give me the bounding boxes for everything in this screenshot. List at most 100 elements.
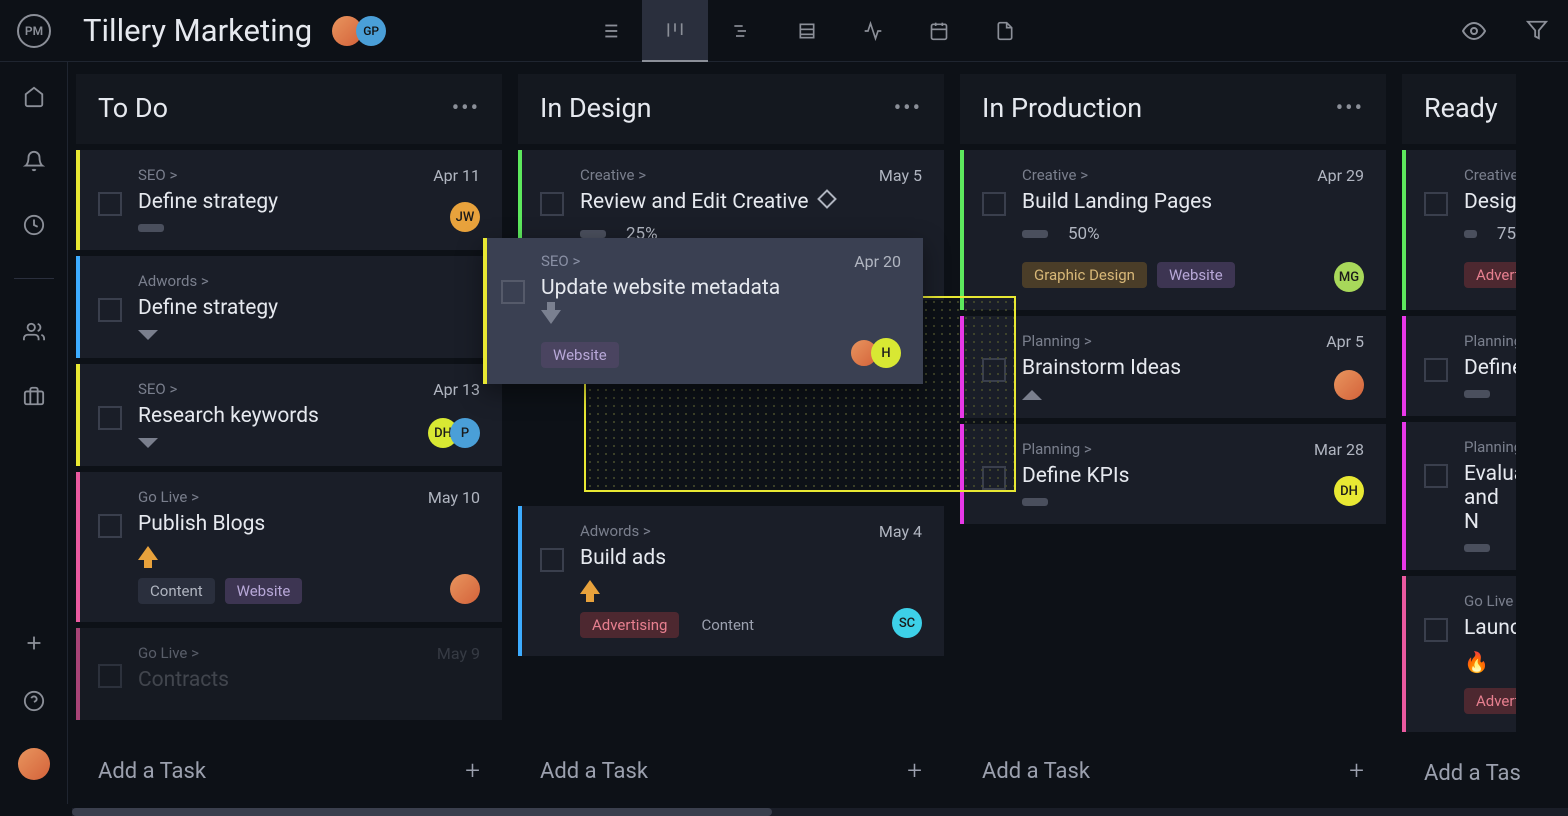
avatar[interactable]: GP	[356, 16, 386, 46]
view-table[interactable]	[774, 0, 840, 62]
help-icon[interactable]	[23, 690, 45, 712]
visibility-icon[interactable]	[1462, 19, 1486, 43]
assignee-avatar[interactable]: SC	[892, 608, 922, 638]
home-icon[interactable]	[23, 86, 45, 108]
view-board[interactable]	[642, 0, 708, 62]
priority-icon	[1022, 230, 1048, 238]
task-checkbox[interactable]	[98, 514, 122, 538]
team-icon[interactable]	[23, 321, 45, 343]
priority-icon	[1464, 390, 1490, 398]
task-title: Define KPIs	[1022, 464, 1304, 488]
task-title: Build Landing Pages	[1022, 190, 1307, 214]
task-checkbox[interactable]	[1424, 618, 1448, 642]
column-header[interactable]: In Design •••	[518, 74, 944, 144]
horizontal-scrollbar[interactable]	[72, 808, 1568, 816]
project-members[interactable]: GP	[332, 16, 386, 46]
add-task-button[interactable]: Add a Task +	[960, 738, 1386, 804]
tag[interactable]: Website	[1157, 262, 1235, 288]
notifications-icon[interactable]	[23, 150, 45, 172]
task-card[interactable]: Creative Desig 75 Adverti	[1402, 150, 1516, 310]
view-list[interactable]	[576, 0, 642, 62]
column-header[interactable]: To Do •••	[76, 74, 502, 144]
task-category: Go Live >	[138, 644, 427, 662]
view-gantt[interactable]	[708, 0, 774, 62]
column-title: In Production	[982, 92, 1142, 124]
task-date: Apr 11	[433, 166, 480, 185]
task-checkbox[interactable]	[540, 192, 564, 216]
task-card[interactable]: Go Live > Publish Blogs Content Website …	[76, 472, 502, 622]
priority-high-icon	[138, 546, 158, 560]
task-card[interactable]: Go Live Launc 🔥 Adverti	[1402, 576, 1516, 732]
column-header[interactable]: Ready	[1402, 74, 1516, 144]
tag[interactable]: Advertising	[580, 612, 679, 638]
task-checkbox[interactable]	[1424, 192, 1448, 216]
task-checkbox[interactable]	[540, 548, 564, 572]
top-bar: PM Tillery Marketing GP	[0, 0, 1568, 62]
assignee-avatar[interactable]: MG	[1334, 262, 1364, 292]
task-card[interactable]: Planning Evaluaand N	[1402, 422, 1516, 570]
tag[interactable]: Website	[541, 342, 619, 368]
filter-icon[interactable]	[1526, 19, 1548, 43]
task-card[interactable]: SEO > Define strategy Apr 11 JW	[76, 150, 502, 250]
task-checkbox[interactable]	[98, 192, 122, 216]
priority-low-icon	[541, 310, 561, 324]
tag[interactable]: Website	[225, 578, 303, 604]
column-menu-icon[interactable]: •••	[452, 96, 480, 121]
tag[interactable]: Adverti	[1464, 262, 1516, 288]
assignee-avatar[interactable]	[450, 574, 480, 604]
column-menu-icon[interactable]: •••	[1336, 96, 1364, 121]
task-date: May 5	[879, 166, 922, 185]
task-checkbox[interactable]	[982, 192, 1006, 216]
assignee-avatar[interactable]: P	[450, 418, 480, 448]
task-card[interactable]: Creative > Build Landing Pages 50% Graph…	[960, 150, 1386, 310]
priority-icon	[1464, 230, 1477, 238]
clock-icon[interactable]	[23, 214, 45, 236]
tag[interactable]: Adverti	[1464, 688, 1516, 714]
task-card[interactable]: SEO > Research keywords Apr 13 DH P	[76, 364, 502, 466]
assignee-avatar[interactable]: JW	[450, 202, 480, 232]
view-activity[interactable]	[840, 0, 906, 62]
briefcase-icon[interactable]	[23, 385, 45, 407]
task-checkbox[interactable]	[98, 298, 122, 322]
add-task-button[interactable]: Add a Task +	[76, 738, 502, 804]
task-title: Desig	[1464, 190, 1516, 214]
task-title: Publish Blogs	[138, 512, 418, 536]
column-header[interactable]: In Production •••	[960, 74, 1386, 144]
tag[interactable]: Graphic Design	[1022, 262, 1147, 288]
task-checkbox[interactable]	[1424, 464, 1448, 488]
task-checkbox[interactable]	[1424, 358, 1448, 382]
task-progress: 50%	[1068, 224, 1100, 244]
task-card[interactable]: Planning > Define KPIs Mar 28 DH	[960, 424, 1386, 524]
assignee-avatar[interactable]: H	[871, 338, 901, 368]
dragging-card[interactable]: SEO > Update website metadata Website Ap…	[483, 238, 923, 384]
plus-icon: +	[907, 756, 922, 786]
priority-low-icon	[138, 330, 158, 340]
task-category: Creative	[1464, 166, 1516, 184]
column-menu-icon[interactable]: •••	[894, 96, 922, 121]
user-avatar[interactable]	[18, 748, 50, 780]
add-icon[interactable]	[23, 632, 45, 654]
tag[interactable]: Content	[689, 612, 766, 638]
task-checkbox[interactable]	[98, 406, 122, 430]
task-checkbox[interactable]	[98, 664, 122, 688]
assignee-avatar[interactable]	[1334, 370, 1364, 400]
add-task-button[interactable]: Add a Tas	[1402, 743, 1516, 804]
task-title: Launc	[1464, 616, 1516, 640]
view-files[interactable]	[972, 0, 1038, 62]
add-task-button[interactable]: Add a Task +	[518, 738, 944, 804]
view-calendar[interactable]	[906, 0, 972, 62]
task-category: Go Live	[1464, 592, 1516, 610]
task-checkbox[interactable]	[501, 280, 525, 304]
assignee-avatar[interactable]: DH	[1334, 476, 1364, 506]
task-card[interactable]: Planning > Brainstorm Ideas Apr 5	[960, 316, 1386, 418]
scrollbar-thumb[interactable]	[72, 808, 772, 816]
task-category: Creative >	[1022, 166, 1307, 184]
pm-logo[interactable]: PM	[17, 14, 51, 48]
tag[interactable]: Content	[138, 578, 215, 604]
priority-critical-icon: 🔥	[1464, 650, 1489, 674]
task-card[interactable]: Go Live > Contracts May 9	[76, 628, 502, 720]
task-card[interactable]: Adwords > Define strategy	[76, 256, 502, 358]
task-title: Contracts	[138, 668, 427, 692]
task-card[interactable]: Adwords > Build ads Advertising Content …	[518, 506, 944, 656]
task-card[interactable]: Planning Define	[1402, 316, 1516, 416]
